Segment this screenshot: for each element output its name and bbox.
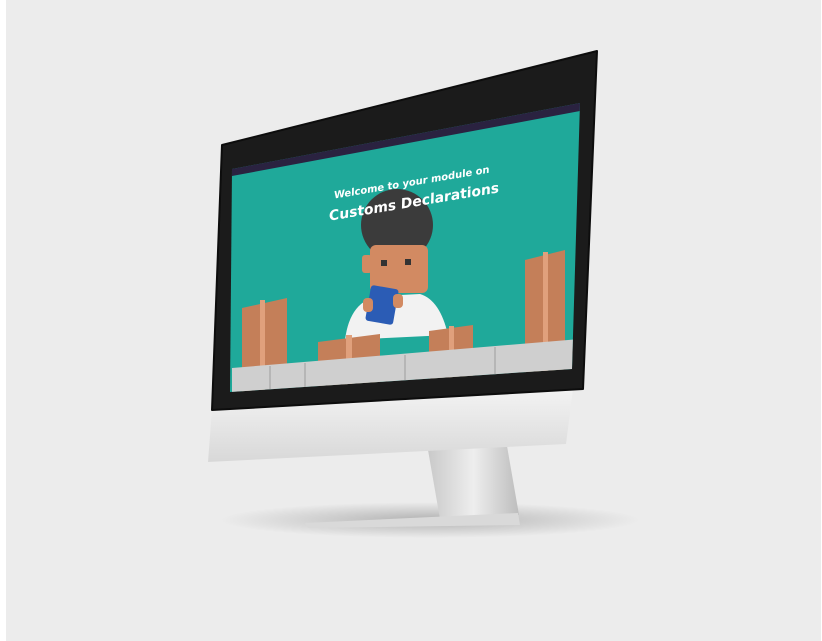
imac-mockup: ? [208, 50, 640, 538]
